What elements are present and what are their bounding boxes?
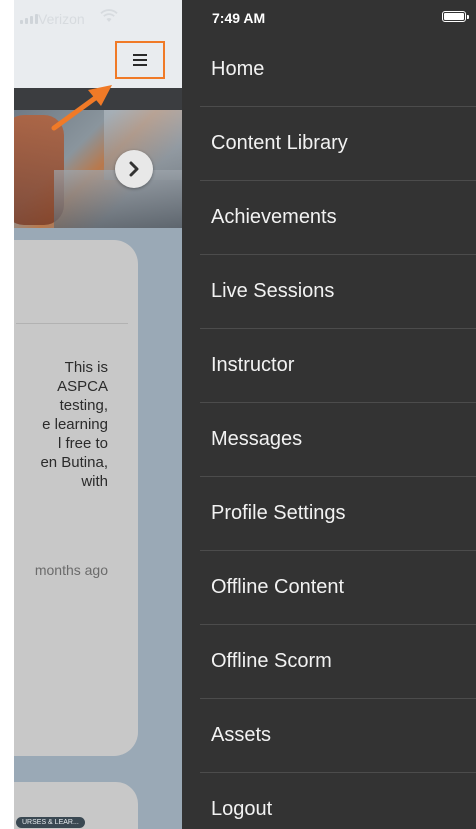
menu-item-logout[interactable]: Logout — [182, 772, 476, 829]
menu-item-label: Instructor — [211, 353, 295, 376]
dark-header-strip — [14, 88, 182, 110]
menu-item-label: Profile Settings — [211, 501, 346, 524]
menu-item-label: Assets — [211, 723, 272, 746]
menu-item-live-sessions[interactable]: Live Sessions — [182, 254, 476, 328]
background-content: Verizon This is ASPCA testing, e learnin… — [14, 0, 182, 829]
hamburger-icon — [133, 54, 147, 66]
menu-item-offline-content[interactable]: Offline Content — [182, 550, 476, 624]
menu-item-label: Content Library — [211, 131, 348, 154]
wifi-icon — [100, 9, 118, 27]
menu-item-assets[interactable]: Assets — [182, 698, 476, 772]
signal-icon — [20, 14, 38, 24]
content-card[interactable]: This is ASPCA testing, e learning l free… — [14, 240, 138, 756]
hamburger-menu-button[interactable] — [115, 41, 165, 79]
menu-item-messages[interactable]: Messages — [182, 402, 476, 476]
carousel-next-button[interactable] — [115, 150, 153, 188]
menu-item-label: Home — [211, 57, 265, 80]
carrier-label: Verizon — [38, 11, 85, 27]
card-description: This is ASPCA testing, e learning l free… — [40, 359, 108, 490]
menu-item-label: Offline Content — [211, 575, 345, 598]
content-card-2[interactable]: URSES & LEAR... — [14, 782, 138, 829]
menu-item-home[interactable]: Home — [182, 32, 476, 106]
status-time: 7:49 AM — [212, 10, 266, 26]
left-edge-strip — [0, 0, 14, 829]
menu-item-label: Offline Scorm — [211, 649, 332, 672]
banner-image — [14, 110, 182, 228]
card-timestamp: months ago — [34, 562, 108, 578]
menu-item-label: Logout — [211, 797, 273, 820]
status-bar-left: Verizon — [14, 0, 182, 40]
chevron-right-icon — [129, 161, 139, 177]
menu-item-instructor[interactable]: Instructor — [182, 328, 476, 402]
top-header-bar — [14, 40, 182, 88]
menu-item-profile-settings[interactable]: Profile Settings — [182, 476, 476, 550]
menu-list: Home Content Library Achievements Live S… — [182, 32, 476, 829]
app-screen: Verizon This is ASPCA testing, e learnin… — [0, 0, 476, 829]
battery-icon — [442, 11, 469, 22]
navigation-drawer: 7:49 AM Home Content Library Achievement… — [182, 0, 476, 829]
menu-item-label: Achievements — [211, 205, 337, 228]
menu-item-offline-scorm[interactable]: Offline Scorm — [182, 624, 476, 698]
menu-item-content-library[interactable]: Content Library — [182, 106, 476, 180]
card-divider — [16, 323, 128, 324]
menu-item-label: Live Sessions — [211, 279, 335, 302]
category-tag: URSES & LEAR... — [16, 817, 85, 828]
menu-item-label: Messages — [211, 427, 303, 450]
menu-item-achievements[interactable]: Achievements — [182, 180, 476, 254]
